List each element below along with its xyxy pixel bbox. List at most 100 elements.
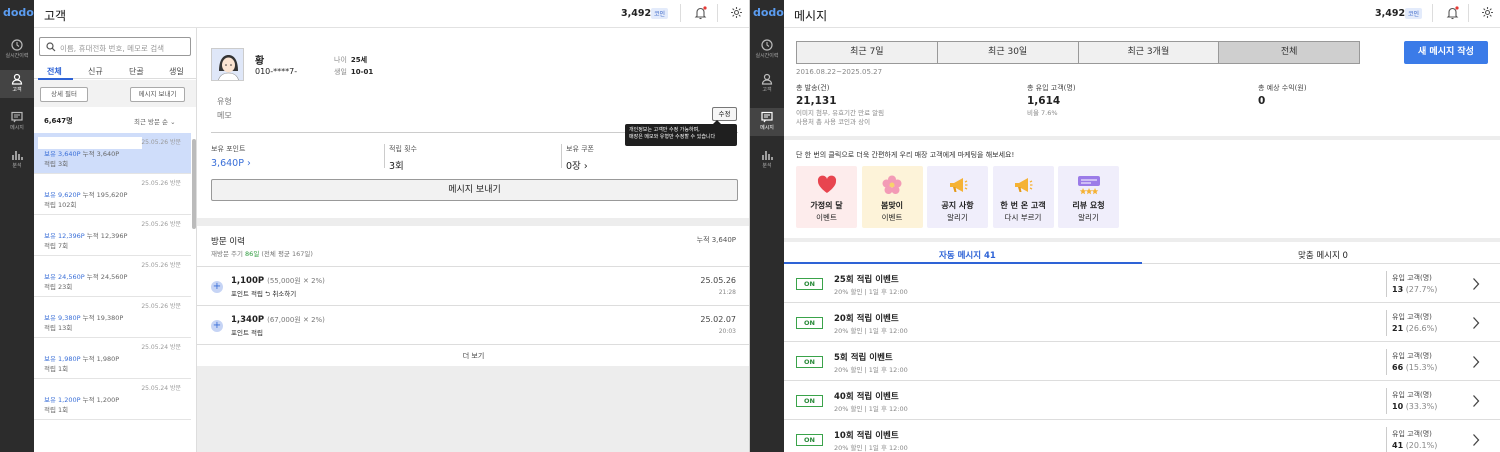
cancel-link[interactable]: ⮌ 취소하기 xyxy=(265,290,296,298)
nav-item-messages[interactable]: 메시지 xyxy=(750,108,784,136)
on-status-badge[interactable]: ON xyxy=(796,278,823,290)
promo-tile-title: 한 번 온 고객 xyxy=(1000,201,1046,210)
customer-points: 보유 24,560P 누적 24,560P xyxy=(44,271,127,281)
promo-tile[interactable]: 리뷰 요청 알리기 xyxy=(1058,166,1119,228)
customers-screen: dodo 실시간이력 고객 메시지 분석 고객 3,492 코인 이름, 휴대전… xyxy=(0,0,750,452)
period-7d[interactable]: 최근 7일 xyxy=(797,42,938,63)
customer-list-item[interactable]: 25.05.26 방문 보유 12,396P 누적 12,396P 적립 7회 xyxy=(34,215,191,256)
on-status-badge[interactable]: ON xyxy=(796,317,823,329)
nav-label: 분석 xyxy=(12,163,22,169)
nav-item-messages[interactable]: 메시지 xyxy=(0,108,34,136)
chevron-right-icon[interactable] xyxy=(1472,355,1480,369)
sent-value: 21,131 xyxy=(796,95,837,107)
bell-icon[interactable] xyxy=(694,6,707,20)
auto-message-row[interactable]: ON 40회 적립 이벤트 20% 할인 | 1일 후 12:00 유입 고객(명) 1… xyxy=(784,382,1500,420)
customer-list-item[interactable]: 25.05.26 방문 보유 3,640P 누적 3,640P 적립 3회 xyxy=(34,133,191,174)
chevron-right-icon[interactable] xyxy=(1472,394,1480,408)
coin-badge[interactable]: 코인 xyxy=(651,8,669,19)
earn-count-label: 적립 횟수 xyxy=(389,145,417,153)
auto-message-row[interactable]: ON 20회 적립 이벤트 20% 할인 | 1일 후 12:00 유입 고객(명) 2… xyxy=(784,304,1500,342)
tab-all[interactable]: 전체 xyxy=(47,66,62,77)
nav-item-analytics[interactable]: 분석 xyxy=(750,146,784,174)
auto-message-name: 10회 적립 이벤트 xyxy=(834,431,899,441)
detail-filter-button[interactable]: 상세 필터 xyxy=(40,87,88,102)
accum-points: 누적 19,380P xyxy=(82,314,124,322)
coupon-stat[interactable]: 보유 쿠폰 0장 › xyxy=(566,144,594,172)
age-label: 나이 xyxy=(334,56,347,64)
inflow-label: 유입 고객(명) xyxy=(1392,274,1432,282)
gear-icon[interactable] xyxy=(1481,6,1494,19)
visit-history-card: 방문 이력 재방문 주기 86일 (전체 평균 167일) 누적 3,640P … xyxy=(197,226,749,366)
on-status-badge[interactable]: ON xyxy=(796,356,823,368)
list-scrollbar[interactable] xyxy=(192,139,196,229)
customer-list-item[interactable]: 25.05.26 방문 보유 9,380P 누적 19,380P 적립 13회 xyxy=(34,297,191,338)
period-3m[interactable]: 최근 3개월 xyxy=(1078,42,1220,63)
revenue-label: 총 예상 수익(원) xyxy=(1258,84,1307,92)
app-logo[interactable]: dodo xyxy=(3,6,34,19)
divider xyxy=(1386,388,1387,414)
tab-new[interactable]: 신규 xyxy=(88,66,103,77)
auto-message-desc: 20% 할인 | 1일 후 12:00 xyxy=(834,405,908,413)
message-stats-card: 최근 7일 최근 30일 최근 3개월 전체 새 메시지 작성 2016.08.… xyxy=(784,28,1500,136)
nav-item-customers[interactable]: 고객 xyxy=(0,70,34,98)
earn-count-stat: 적립 횟수 3회 xyxy=(389,144,417,172)
inflow-label: 유입 고객(명) xyxy=(1392,391,1432,399)
plus-circle-icon[interactable]: + xyxy=(211,320,223,332)
bell-icon[interactable] xyxy=(1446,6,1459,20)
customer-list-item[interactable]: 25.05.24 방문 보유 1,980P 누적 1,980P 적립 1회 xyxy=(34,338,191,379)
send-message-list-button[interactable]: 메시지 보내기 xyxy=(130,87,185,102)
on-status-badge[interactable]: ON xyxy=(796,434,823,446)
promo-tile[interactable]: 가정의 달 이벤트 xyxy=(796,166,857,228)
promo-tile[interactable]: 공지 사항 알리기 xyxy=(927,166,988,228)
visit-amount: 1,340P (67,000원 ✕ 2%) xyxy=(231,315,325,325)
message-icon xyxy=(11,111,23,123)
promo-tile[interactable]: 봄맞이 이벤트 xyxy=(861,166,923,228)
customer-list-item[interactable]: 25.05.26 방문 보유 24,560P 누적 24,560P 적립 23회 xyxy=(34,256,191,297)
chevron-right-icon[interactable] xyxy=(1472,433,1480,447)
held-points: 보유 1,200P xyxy=(44,396,81,404)
nav-item-analytics[interactable]: 분석 xyxy=(0,146,34,174)
nav-label: 고객 xyxy=(12,87,22,93)
nav-item-customers[interactable]: 고객 xyxy=(750,70,784,98)
edit-button[interactable]: 수정 xyxy=(712,107,737,121)
sort-dropdown[interactable]: 최근 방문 순 ⌄ xyxy=(134,116,176,126)
search-input[interactable]: 이름, 휴대전화 번호, 메모로 검색 xyxy=(39,37,191,56)
tab-custom-messages[interactable]: 맞춤 메시지 0 xyxy=(1298,249,1348,261)
accum-points: 누적 12,396P xyxy=(86,232,128,240)
auto-message-row[interactable]: ON 25회 적립 이벤트 20% 할인 | 1일 후 12:00 유입 고객(명) 1… xyxy=(784,265,1500,303)
tab-regular[interactable]: 단골 xyxy=(129,66,144,77)
top-bar: 메시지 3,492 코인 xyxy=(784,0,1500,28)
nav-label: 분석 xyxy=(762,163,772,169)
divider xyxy=(1468,4,1469,22)
period-all[interactable]: 전체 xyxy=(1219,42,1359,63)
tab-birthday[interactable]: 생일 xyxy=(169,66,184,77)
new-message-button[interactable]: 새 메시지 작성 xyxy=(1404,41,1488,64)
nav-item-realtime[interactable]: 실시간이력 xyxy=(750,36,784,64)
app-logo[interactable]: dodo xyxy=(753,6,784,19)
send-message-button[interactable]: 메시지 보내기 xyxy=(211,179,738,201)
chevron-right-icon[interactable] xyxy=(1472,277,1480,291)
sent-label: 총 발송(건) xyxy=(796,84,830,92)
on-status-badge[interactable]: ON xyxy=(796,395,823,407)
earn-visits: 적립 3회 xyxy=(44,160,69,168)
gear-icon[interactable] xyxy=(730,6,743,19)
customer-list: 25.05.26 방문 보유 3,640P 누적 3,640P 적립 3회 25.05… xyxy=(34,133,191,420)
auto-message-name: 20회 적립 이벤트 xyxy=(834,314,899,324)
plus-circle-icon[interactable]: + xyxy=(211,281,223,293)
coin-badge[interactable]: 코인 xyxy=(1405,8,1423,19)
customer-list-item[interactable]: 25.05.24 방문 보유 1,200P 누적 1,200P 적립 1회 xyxy=(34,379,191,420)
period-30d[interactable]: 최근 30일 xyxy=(937,42,1079,63)
avatar-illustration xyxy=(218,55,239,80)
review-icon xyxy=(1058,174,1119,196)
auto-message-row[interactable]: ON 10회 적립 이벤트 20% 할인 | 1일 후 12:00 유입 고객(명) 4… xyxy=(784,421,1500,452)
more-button[interactable]: 더 보기 xyxy=(197,344,749,366)
promo-tile[interactable]: 한 번 온 고객 다시 부르기 xyxy=(992,166,1054,228)
nav-item-realtime[interactable]: 실시간이력 xyxy=(0,36,34,64)
chevron-right-icon[interactable] xyxy=(1472,316,1480,330)
customer-list-item[interactable]: 25.05.26 방문 보유 9,620P 누적 195,620P 적립 102회 xyxy=(34,174,191,215)
tab-auto-messages[interactable]: 자동 메시지 41 xyxy=(939,249,996,261)
points-stat[interactable]: 보유 포인트 3,640P › xyxy=(211,144,251,169)
page-title: 메시지 xyxy=(794,9,828,23)
inflow-ratio: (26.6%) xyxy=(1405,324,1438,333)
auto-message-row[interactable]: ON 5회 적립 이벤트 20% 할인 | 1일 후 12:00 유입 고객(명) 66… xyxy=(784,343,1500,381)
